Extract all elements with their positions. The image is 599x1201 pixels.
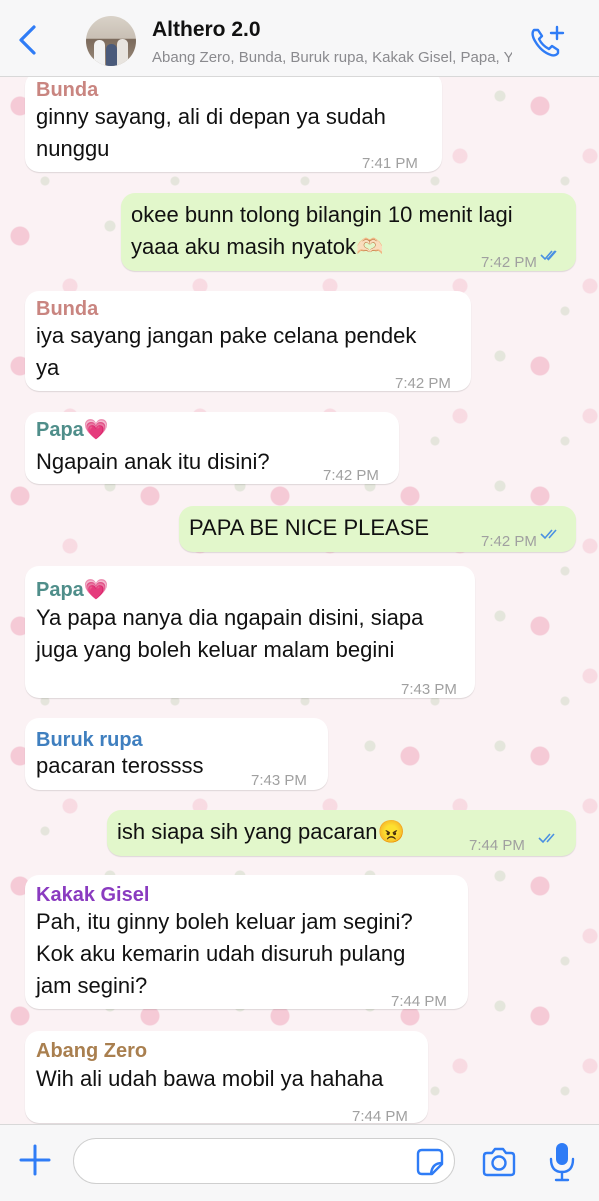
message-time: 7:42 PM [481,533,537,550]
plus-icon[interactable] [18,1143,52,1177]
message-text: okee bunn tolong bilangin 10 menit lagi … [131,202,513,259]
message-bubble-incoming[interactable]: Bunda ginny sayang, ali di depan ya suda… [25,72,442,172]
message-bubble-outgoing[interactable]: PAPA BE NICE PLEASE 7:42 PM [179,506,576,552]
read-receipt-icon [540,250,557,261]
message-bubble-incoming[interactable]: Papa💗 Ya papa nanya dia ngapain disini, … [25,566,475,698]
message-bubble-incoming[interactable]: Buruk rupa pacaran terossss 7:43 PM [25,718,328,790]
message-text: iya sayang jangan pake celana pendek ya [36,323,417,380]
message-time: 7:44 PM [469,837,525,854]
message-text: PAPA BE NICE PLEASE [189,515,430,540]
message-time: 7:41 PM [362,155,418,172]
message-text: Pah, itu ginny boleh keluar jam segini? … [36,909,413,998]
read-receipt-icon [538,833,555,844]
message-text: ginny sayang, ali di depan ya sudah nung… [36,104,386,161]
message-time: 7:42 PM [481,254,537,271]
message-bubble-outgoing[interactable]: okee bunn tolong bilangin 10 menit lagi … [121,193,576,271]
message-bubble-outgoing[interactable]: ish siapa sih yang pacaran😠 7:44 PM [107,810,576,856]
message-bubble-incoming[interactable]: Papa💗 Ngapain anak itu disini? 7:42 PM [25,412,399,484]
add-call-icon[interactable] [528,24,566,58]
message-text: ish siapa sih yang pacaran😠 [117,819,405,844]
back-chevron-icon[interactable] [14,24,42,56]
message-time: 7:43 PM [401,681,457,698]
group-avatar[interactable] [86,16,136,66]
message-sender: Papa💗 [36,419,109,441]
message-time: 7:44 PM [391,993,447,1010]
message-time: 7:42 PM [395,375,451,392]
message-text: pacaran terossss [36,753,204,778]
sticker-icon[interactable] [416,1148,444,1176]
read-receipt-icon [540,529,557,540]
message-text: Ya papa nanya dia ngapain disini, siapa … [36,605,424,662]
message-text: Wih ali udah bawa mobil ya hahaha [36,1066,384,1091]
message-time: 7:42 PM [323,467,379,484]
chat-title[interactable]: Althero 2.0 [152,18,261,42]
message-bubble-incoming[interactable]: Abang Zero Wih ali udah bawa mobil ya ha… [25,1031,428,1125]
camera-icon[interactable] [481,1146,517,1178]
message-time: 7:43 PM [251,772,307,789]
microphone-icon[interactable] [548,1141,576,1183]
chat-participants[interactable]: Abang Zero, Bunda, Buruk rupa, Kakak Gis… [152,49,512,66]
message-composer [0,1124,599,1201]
message-bubble-incoming[interactable]: Bunda iya sayang jangan pake celana pend… [25,291,471,392]
chat-header: Althero 2.0 Abang Zero, Bunda, Buruk rup… [0,0,599,77]
message-bubble-incoming[interactable]: Kakak Gisel Pah, itu ginny boleh keluar … [25,875,468,1010]
message-text: Ngapain anak itu disini? [36,449,270,474]
message-input[interactable] [73,1138,455,1184]
